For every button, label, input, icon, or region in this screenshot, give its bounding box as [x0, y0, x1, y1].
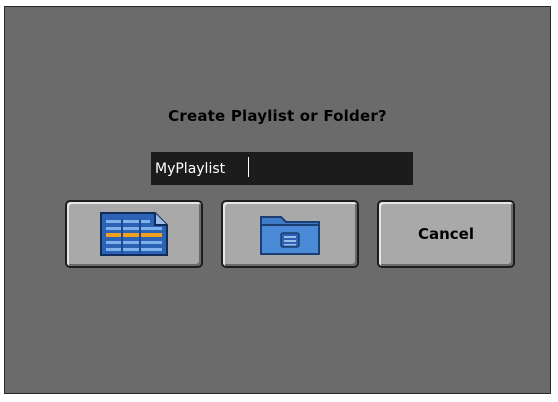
cancel-button[interactable]: Cancel — [377, 200, 515, 268]
create-playlist-button[interactable] — [65, 200, 203, 268]
dialog-window: Create Playlist or Folder? MyPlaylist Ca… — [4, 6, 551, 394]
playlist-icon — [99, 211, 169, 257]
cancel-label: Cancel — [417, 225, 474, 243]
folder-icon — [255, 211, 325, 257]
text-caret — [248, 157, 249, 177]
playlist-name-input[interactable] — [151, 152, 413, 185]
dialog-title: Create Playlist or Folder? — [168, 107, 387, 125]
create-folder-button[interactable] — [221, 200, 359, 268]
